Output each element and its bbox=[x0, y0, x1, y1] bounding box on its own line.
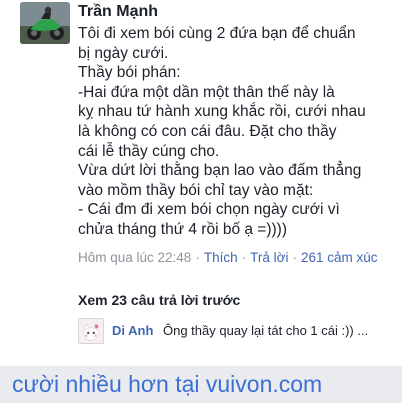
post-line: cái lễ thầy cúng cho. bbox=[78, 142, 220, 160]
reply-link[interactable]: Trả lời bbox=[250, 250, 288, 265]
post-line: kỵ nhau tứ hành xung khắc rồi, cưới nhau bbox=[78, 103, 366, 121]
like-link[interactable]: Thích bbox=[204, 250, 238, 265]
post-line: Tôi đi xem bói cùng 2 đứa bạn để chuẩn bbox=[78, 25, 356, 42]
meta-separator: · bbox=[292, 250, 297, 265]
author-name[interactable]: Trần Mạnh bbox=[78, 3, 158, 21]
post-meta: Hôm qua lúc 22:48 · Thích · Trả lời · 261 cảm … bbox=[78, 248, 394, 267]
post-card: Trần Mạnh Tôi đi xem bói cùng 2 đứa bạn … bbox=[0, 0, 402, 366]
reply-author[interactable]: Di Anh bbox=[112, 323, 153, 338]
view-more-replies-link[interactable]: Xem 23 câu trả lời trước bbox=[78, 292, 240, 308]
post-body: Tôi đi xem bói cùng 2 đứa bạn để chuẩn b… bbox=[78, 24, 398, 240]
meta-separator: · bbox=[241, 250, 247, 265]
post-line: bị ngày cưới. bbox=[78, 44, 169, 62]
post-line: - Cái đm đi xem bói chọn ngày cưới vì bbox=[78, 201, 340, 219]
post-line: Vừa dứt lời thằng bạn lao vào đấm thẳng bbox=[78, 162, 362, 180]
reaction-count-suffix: cảm xúc bbox=[327, 250, 378, 265]
post-line: là không có con cái đâu. Đặt cho thầy bbox=[78, 122, 337, 140]
motorbike-photo-icon bbox=[20, 2, 70, 44]
reply-item: Di Anh Ông thầy quay lại tát cho 1 cái :… bbox=[78, 318, 402, 346]
reply-avatar[interactable] bbox=[78, 318, 104, 344]
post-timestamp[interactable]: Hôm qua lúc 22:48 bbox=[78, 250, 191, 265]
meta-separator: · bbox=[195, 250, 200, 265]
post-line: Thầy bói phán: bbox=[78, 64, 181, 82]
watermark-text: cười nhiều hơn tại vuivon.com bbox=[12, 371, 323, 397]
post-line: chửa tháng thứ 4 rồi bố ạ =)))) bbox=[78, 220, 288, 238]
post-line: vào mồm thầy bói chỉ tay vào mặt: bbox=[78, 181, 314, 199]
watermark-footer: cười nhiều hơn tại vuivon.com bbox=[0, 366, 402, 403]
post-line: -Hai đứa một dần một thân thế này là bbox=[78, 83, 335, 101]
cat-avatar-icon bbox=[79, 319, 103, 343]
author-avatar[interactable] bbox=[20, 2, 70, 44]
reaction-count[interactable]: 261 cảm xúc bbox=[301, 250, 378, 265]
reply-text: Ông thầy quay lại tát cho 1 cái :)) ... bbox=[163, 323, 369, 338]
reaction-count-number: 261 bbox=[300, 250, 324, 265]
